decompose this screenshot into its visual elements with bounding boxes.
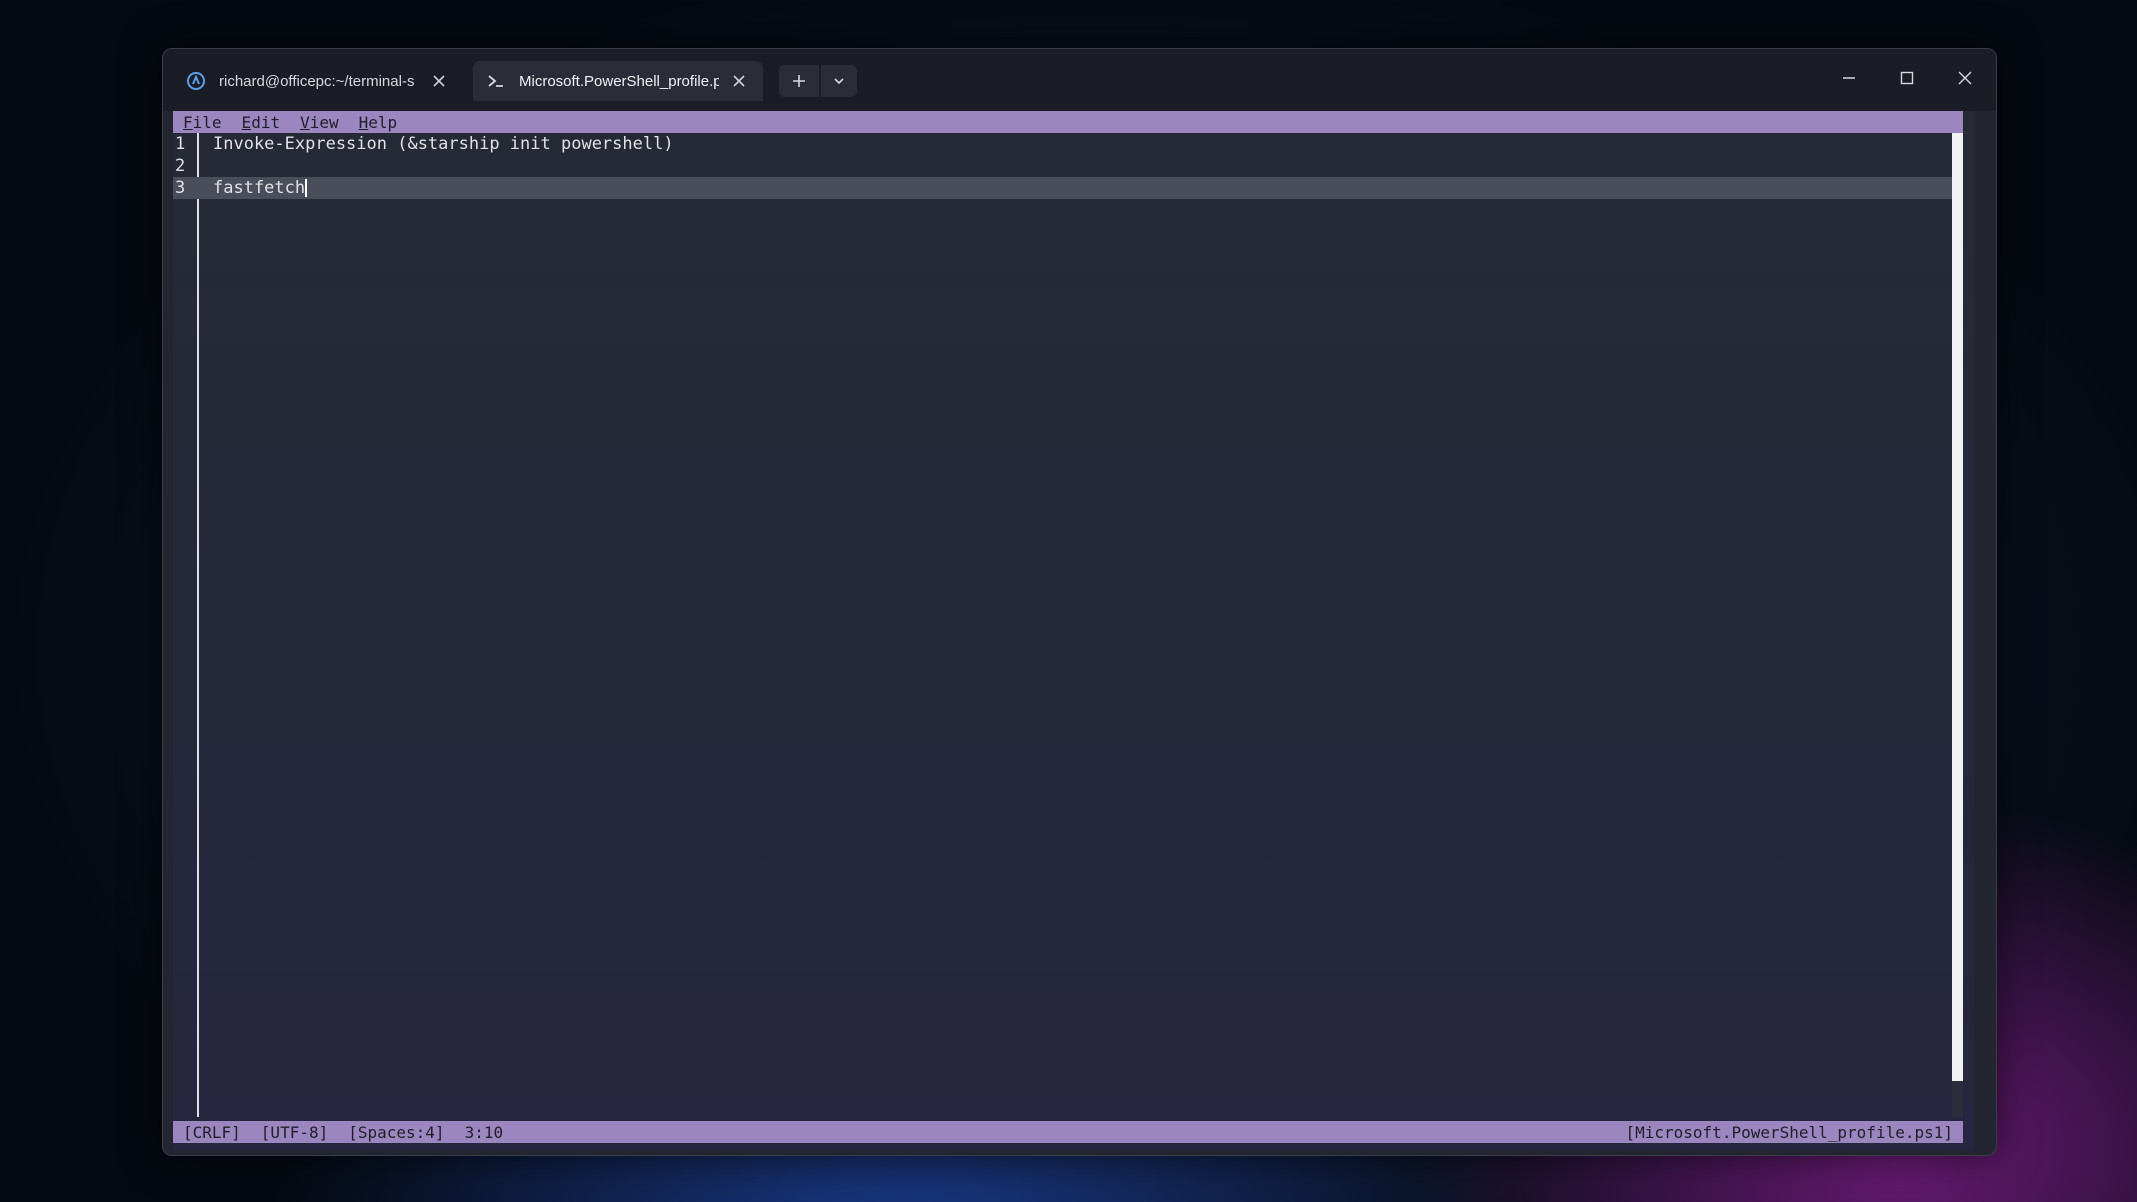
new-tab-button[interactable] <box>779 65 819 97</box>
powershell-prompt-icon <box>485 70 507 92</box>
tab-powershell-profile[interactable]: Microsoft.PowerShell_profile.p <box>473 61 763 101</box>
line-text: Invoke-Expression (&starship init powers… <box>213 134 674 154</box>
cursor-position: 3:10 <box>464 1122 504 1142</box>
gutter-divider <box>197 133 199 1117</box>
line-ending-indicator: [CRLF] <box>183 1122 241 1142</box>
linux-distro-icon <box>185 70 207 92</box>
line-text: fastfetch <box>213 178 306 198</box>
minimize-button[interactable] <box>1829 63 1869 93</box>
file-name: [Microsoft.PowerShell_profile.ps1] <box>1625 1122 1953 1142</box>
menu-edit[interactable]: Edit <box>242 113 281 132</box>
maximize-button[interactable] <box>1887 63 1927 93</box>
tab-dropdown-button[interactable] <box>821 65 857 97</box>
tab-title: richard@officepc:~/terminal-s <box>219 72 415 90</box>
close-tab-icon[interactable] <box>727 69 751 93</box>
menu-bar: File Edit View Help <box>173 111 1963 133</box>
close-window-button[interactable] <box>1945 63 1985 93</box>
code-line[interactable]: 1 Invoke-Expression (&starship init powe… <box>173 133 1952 155</box>
line-number: 3 <box>175 178 186 198</box>
code-line[interactable]: 2 <box>173 155 1952 177</box>
vertical-scrollbar[interactable] <box>1952 133 1963 1117</box>
indent-indicator: [Spaces:4] <box>348 1122 445 1142</box>
menu-view[interactable]: View <box>300 113 339 132</box>
maximize-icon <box>1900 71 1914 85</box>
minimize-icon <box>1843 77 1855 79</box>
line-number: 2 <box>175 156 186 176</box>
line-number: 1 <box>175 134 186 154</box>
close-tab-icon[interactable] <box>427 69 451 93</box>
status-bar: [CRLF] [UTF-8] [Spaces:4] 3:10 [Microsof… <box>173 1121 1963 1143</box>
text-editor[interactable]: File Edit View Help 1 Invoke-Expression … <box>173 111 1974 1151</box>
menu-help[interactable]: Help <box>359 113 398 132</box>
plus-icon <box>793 75 805 87</box>
title-bar: richard@officepc:~/terminal-s Microsoft.… <box>163 49 1996 111</box>
tab-linux-shell[interactable]: richard@officepc:~/terminal-s <box>173 61 463 101</box>
text-cursor <box>305 179 308 197</box>
menu-file[interactable]: File <box>183 113 222 132</box>
tab-title: Microsoft.PowerShell_profile.p <box>519 72 719 90</box>
scrollbar-thumb[interactable] <box>1952 133 1963 1081</box>
chevron-down-icon <box>834 78 844 85</box>
encoding-indicator: [UTF-8] <box>260 1122 329 1142</box>
terminal-window: richard@officepc:~/terminal-s Microsoft.… <box>162 48 1997 1156</box>
code-line-current[interactable]: 3 fastfetch <box>173 177 1952 199</box>
close-icon <box>1958 71 1972 85</box>
